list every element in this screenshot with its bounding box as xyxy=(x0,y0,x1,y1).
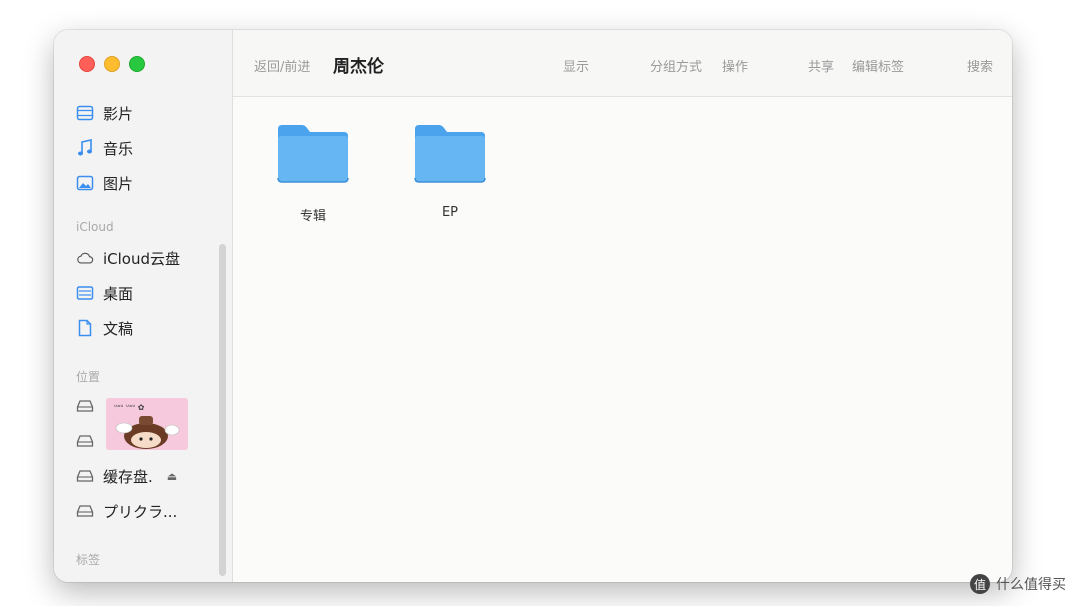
watermark-badge: 值 xyxy=(970,574,990,594)
folder-icon xyxy=(412,125,488,189)
drive-icon xyxy=(76,432,94,450)
sidebar-item-label: 图片 xyxy=(103,174,134,193)
sidebar-item-drive-2[interactable] xyxy=(76,429,103,453)
folder-item-ep[interactable]: EP xyxy=(400,121,500,220)
minimize-button[interactable] xyxy=(104,56,120,72)
svg-text:ᐡᐤᐡ ᐡᐤᐡ ✿: ᐡᐤᐡ ᐡᐤᐡ ✿ xyxy=(114,403,145,412)
sidebar-item-label: 桌面 xyxy=(103,284,134,303)
toolbar: 返回/前进 周杰伦 显示 分组方式 操作 共享 编辑标签 搜索 xyxy=(233,30,1012,97)
sidebar-item-label: 缓存盘. xyxy=(103,467,153,486)
sidebar-item-desktop[interactable]: 桌面 xyxy=(76,281,133,305)
sidebar-item-movies[interactable]: 影片 xyxy=(76,101,133,125)
sidebar-item-icloud-drive[interactable]: iCloud云盘 xyxy=(76,246,180,270)
finder-window: 影片 音乐 图片 iCloud iCloud云盘 桌面 文稿 位置 ᐡᐤᐡ ᐡᐤ… xyxy=(54,30,1012,582)
film-icon xyxy=(76,104,94,122)
window-controls xyxy=(79,56,145,72)
folder-label: EP xyxy=(441,205,459,220)
music-icon xyxy=(76,139,94,157)
sidebar-item-label: iCloud云盘 xyxy=(103,249,181,268)
group-by-button[interactable]: 分组方式 xyxy=(650,56,702,75)
drive-icon xyxy=(76,502,94,520)
eject-icon[interactable]: ⏏ xyxy=(167,470,177,483)
search-button[interactable]: 搜索 xyxy=(967,56,993,75)
sidebar-item-purikura[interactable]: プリクラ... xyxy=(76,499,177,523)
file-view: 专辑 EP xyxy=(233,97,1012,582)
sidebar-item-pictures[interactable]: 图片 xyxy=(76,171,133,195)
folder-icon xyxy=(275,125,351,189)
drive-icon xyxy=(76,467,94,485)
back-forward-button[interactable]: 返回/前进 xyxy=(254,56,310,75)
cloud-icon xyxy=(76,249,94,267)
sticker-image: ᐡᐤᐡ ᐡᐤᐡ ✿ xyxy=(106,398,188,450)
folder-item-albums[interactable]: 专辑 xyxy=(263,121,363,224)
sidebar: 影片 音乐 图片 iCloud iCloud云盘 桌面 文稿 位置 ᐡᐤᐡ ᐡᐤ… xyxy=(54,30,233,582)
sidebar-scrollbar[interactable] xyxy=(219,244,226,576)
watermark: 值 什么值得买 xyxy=(970,574,1066,594)
sidebar-item-cache-drive[interactable]: 缓存盘. ⏏ xyxy=(76,464,177,488)
window-title: 周杰伦 xyxy=(333,57,384,77)
sidebar-item-label: 文稿 xyxy=(103,319,134,338)
close-button[interactable] xyxy=(79,56,95,72)
folder-label: 专辑 xyxy=(299,209,326,224)
photo-icon xyxy=(76,174,94,192)
watermark-text: 什么值得买 xyxy=(996,577,1066,593)
sidebar-item-label: プリクラ... xyxy=(103,502,178,521)
sidebar-section-tags: 标签 xyxy=(76,553,101,567)
document-icon xyxy=(76,319,94,337)
view-button[interactable]: 显示 xyxy=(563,56,589,75)
desktop-icon xyxy=(76,284,94,302)
sidebar-section-icloud: iCloud xyxy=(76,220,114,234)
edit-tags-button[interactable]: 编辑标签 xyxy=(852,56,904,75)
sidebar-item-documents[interactable]: 文稿 xyxy=(76,316,133,340)
share-button[interactable]: 共享 xyxy=(808,56,834,75)
sidebar-item-music[interactable]: 音乐 xyxy=(76,136,133,160)
action-button[interactable]: 操作 xyxy=(722,56,748,75)
zoom-button[interactable] xyxy=(129,56,145,72)
sidebar-item-label: 影片 xyxy=(103,104,134,123)
sidebar-item-label: 音乐 xyxy=(103,139,134,158)
sidebar-section-locations: 位置 xyxy=(76,370,101,384)
sidebar-item-drive-1[interactable] xyxy=(76,394,103,418)
drive-icon xyxy=(76,397,94,415)
